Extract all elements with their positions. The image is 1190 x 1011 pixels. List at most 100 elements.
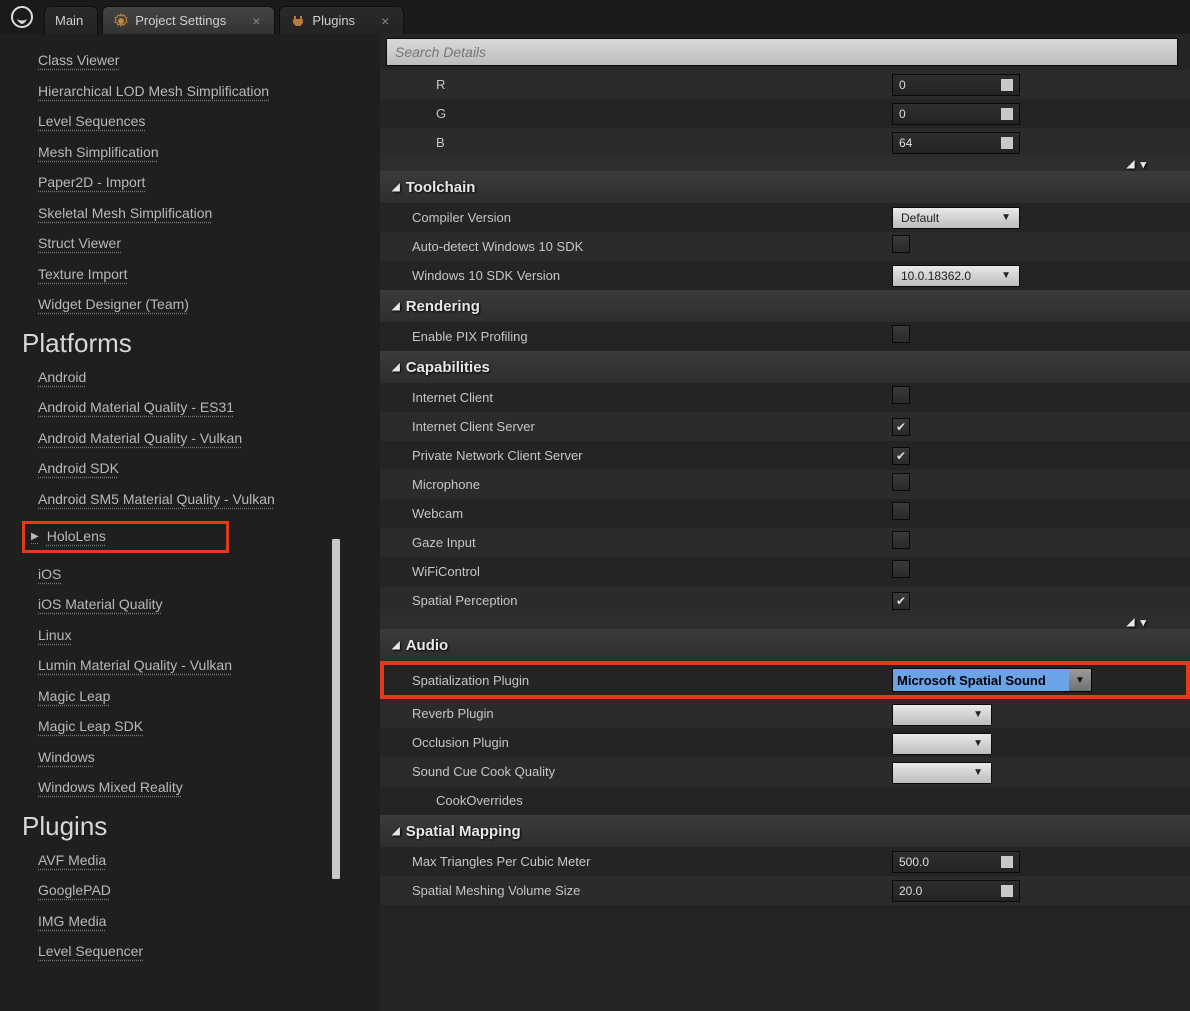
sidebar-item[interactable]: Lumin Material Quality - Vulkan [38, 657, 232, 675]
sidebar-item[interactable]: Paper2D - Import [38, 174, 145, 192]
cap-checkbox[interactable] [892, 473, 910, 491]
cap-checkbox[interactable] [892, 531, 910, 549]
chevron-down-icon: ▾ [1140, 616, 1146, 629]
search-input[interactable] [386, 38, 1178, 66]
gear-icon [113, 13, 129, 29]
sidebar-item[interactable]: Struct Viewer [38, 235, 121, 253]
cap-checkbox[interactable] [892, 560, 910, 578]
sidebar-item[interactable]: AVF Media [38, 852, 106, 870]
section-rendering[interactable]: Rendering [380, 290, 1190, 322]
sidebar-item[interactable]: Texture Import [38, 266, 127, 284]
sidebar-item[interactable]: Widget Designer (Team) [38, 296, 189, 314]
cap-checkbox[interactable] [892, 592, 910, 610]
tab-bar: Main Project Settings × Plugins × [0, 0, 1190, 34]
sidebar-item[interactable]: GooglePAD [38, 882, 111, 900]
spin-icon [1001, 885, 1013, 897]
max-tri-label: Max Triangles Per Cubic Meter [412, 854, 892, 869]
cap-label: Spatial Perception [412, 593, 892, 608]
sidebar-item[interactable]: Android Material Quality - Vulkan [38, 430, 242, 448]
chevron-down-icon: ▼ [973, 767, 983, 778]
cap-label: Gaze Input [412, 535, 892, 550]
autodetect-checkbox[interactable] [892, 235, 910, 253]
chevron-down-icon: ▼ [973, 709, 983, 720]
occlusion-dropdown[interactable]: ▼ [892, 733, 992, 755]
sidebar-item[interactable]: Level Sequencer [38, 943, 143, 961]
cap-checkbox[interactable] [892, 447, 910, 465]
rgb-b-label: B [412, 135, 892, 150]
sidebar-item[interactable]: Class Viewer [38, 52, 119, 70]
sidebar-item[interactable]: iOS [38, 566, 61, 584]
sidebar-item[interactable]: Level Sequences [38, 113, 145, 131]
g-spinner[interactable]: 0 [892, 103, 1020, 125]
tab-main[interactable]: Main [44, 6, 98, 34]
reverb-dropdown[interactable]: ▼ [892, 704, 992, 726]
tab-label: Plugins [312, 13, 355, 28]
vol-label: Spatial Meshing Volume Size [412, 883, 892, 898]
autodetect-label: Auto-detect Windows 10 SDK [412, 239, 892, 254]
tab-project-settings[interactable]: Project Settings × [102, 6, 275, 34]
sidebar-label: HoloLens [47, 528, 106, 546]
sidebar: Class Viewer Hierarchical LOD Mesh Simpl… [0, 34, 380, 1011]
section-audio[interactable]: Audio [380, 629, 1190, 661]
reverb-label: Reverb Plugin [412, 706, 892, 721]
cap-label: Private Network Client Server [412, 448, 892, 463]
cap-checkbox[interactable] [892, 418, 910, 436]
sidebar-item[interactable]: Magic Leap SDK [38, 718, 143, 736]
sidebar-item[interactable]: iOS Material Quality [38, 596, 162, 614]
sdk-dropdown[interactable]: 10.0.18362.0▼ [892, 265, 1020, 287]
cap-checkbox[interactable] [892, 502, 910, 520]
section-collapse[interactable]: ▾ [380, 157, 1190, 171]
sidebar-heading-platforms: Platforms [22, 328, 380, 359]
sidebar-item-hololens[interactable]: HoloLens [22, 521, 229, 553]
sidebar-item[interactable]: Windows Mixed Reality [38, 779, 183, 797]
spatialization-dropdown[interactable]: Microsoft Spatial Sound▼ [892, 668, 1092, 692]
sidebar-item[interactable]: Mesh Simplification [38, 144, 159, 162]
vol-spinner[interactable]: 20.0 [892, 880, 1020, 902]
close-icon[interactable]: × [252, 14, 260, 28]
cap-checkbox[interactable] [892, 386, 910, 404]
b-spinner[interactable]: 64 [892, 132, 1020, 154]
close-icon[interactable]: × [381, 14, 389, 28]
pix-label: Enable PIX Profiling [412, 329, 892, 344]
r-spinner[interactable]: 0 [892, 74, 1020, 96]
sdk-label: Windows 10 SDK Version [412, 268, 892, 283]
sidebar-item[interactable]: Skeletal Mesh Simplification [38, 205, 212, 223]
sidebar-item[interactable]: Android SDK [38, 460, 119, 478]
sidebar-item[interactable]: Android [38, 369, 86, 387]
cap-label: Internet Client [412, 390, 892, 405]
section-spatial-mapping[interactable]: Spatial Mapping [380, 815, 1190, 847]
section-collapse[interactable]: ▾ [380, 615, 1190, 629]
compiler-dropdown[interactable]: Default▼ [892, 207, 1020, 229]
plug-icon [290, 13, 306, 29]
tab-label: Project Settings [135, 13, 226, 28]
sidebar-item[interactable]: Hierarchical LOD Mesh Simplification [38, 83, 269, 101]
sidebar-item[interactable]: Magic Leap [38, 688, 110, 706]
cook-label: CookOverrides [412, 793, 892, 808]
pix-checkbox[interactable] [892, 325, 910, 343]
details-panel: R 0 G 0 B 64 ▾ Toolchain Compiler Versio… [380, 34, 1190, 1011]
soundcue-dropdown[interactable]: ▼ [892, 762, 992, 784]
search-row [386, 38, 1190, 66]
sidebar-item[interactable]: Android Material Quality - ES31 [38, 399, 234, 417]
sidebar-item[interactable]: Windows [38, 749, 95, 767]
sidebar-item[interactable]: Android SM5 Material Quality - Vulkan [38, 491, 275, 509]
cap-label: WiFiControl [412, 564, 892, 579]
sidebar-item[interactable]: Linux [38, 627, 71, 645]
soundcue-label: Sound Cue Cook Quality [412, 764, 892, 779]
rgb-r-label: R [412, 77, 892, 92]
section-capabilities[interactable]: Capabilities [380, 351, 1190, 383]
sidebar-heading-plugins: Plugins [22, 811, 380, 842]
spin-icon [1001, 856, 1013, 868]
max-tri-spinner[interactable]: 500.0 [892, 851, 1020, 873]
cap-label: Internet Client Server [412, 419, 892, 434]
tab-plugins[interactable]: Plugins × [279, 6, 404, 34]
scrollbar-thumb[interactable] [332, 539, 340, 879]
rgb-g-label: G [412, 106, 892, 121]
spin-icon [1001, 137, 1013, 149]
section-toolchain[interactable]: Toolchain [380, 171, 1190, 203]
spin-icon [1001, 79, 1013, 91]
sidebar-item[interactable]: IMG Media [38, 913, 106, 931]
compiler-label: Compiler Version [412, 210, 892, 225]
occlusion-label: Occlusion Plugin [412, 735, 892, 750]
chevron-down-icon: ▾ [1140, 158, 1146, 171]
